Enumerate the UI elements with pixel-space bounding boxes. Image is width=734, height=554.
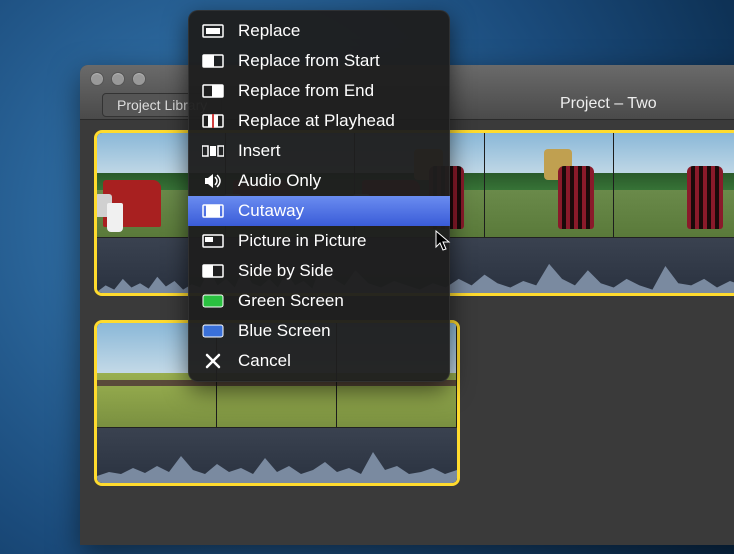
clip-thumbnail[interactable] <box>614 133 734 237</box>
menu-item-replace-at-playhead[interactable]: Replace at Playhead <box>188 106 450 136</box>
cutaway-icon <box>202 203 224 219</box>
menu-item-label: Picture in Picture <box>238 231 367 251</box>
menu-item-audio-only[interactable]: Audio Only <box>188 166 450 196</box>
minimize-window-button[interactable] <box>111 72 125 86</box>
menu-item-replace-from-end[interactable]: Replace from End <box>188 76 450 106</box>
menu-item-label: Audio Only <box>238 171 321 191</box>
menu-item-cutaway[interactable]: Cutaway <box>188 196 450 226</box>
menu-item-label: Replace from End <box>238 81 374 101</box>
replace-end-icon <box>202 83 224 99</box>
clip-drop-context-menu: Replace Replace from Start Replace from … <box>188 10 450 382</box>
replace-icon <box>202 23 224 39</box>
menu-item-label: Replace from Start <box>238 51 380 71</box>
window-controls <box>90 72 146 86</box>
zoom-window-button[interactable] <box>132 72 146 86</box>
menu-item-label: Green Screen <box>238 291 344 311</box>
menu-item-label: Insert <box>238 141 281 161</box>
clip-thumbnail[interactable] <box>485 133 614 237</box>
menu-item-label: Replace <box>238 21 300 41</box>
menu-item-label: Blue Screen <box>238 321 331 341</box>
side-by-side-icon <box>202 263 224 279</box>
menu-item-side-by-side[interactable]: Side by Side <box>188 256 450 286</box>
audio-waveform <box>97 427 457 483</box>
insert-icon <box>202 143 224 159</box>
menu-item-label: Side by Side <box>238 261 333 281</box>
menu-item-insert[interactable]: Insert <box>188 136 450 166</box>
project-title: Project – Two <box>560 95 734 113</box>
audio-icon <box>202 173 224 189</box>
blue-screen-icon <box>202 323 224 339</box>
menu-item-replace-from-start[interactable]: Replace from Start <box>188 46 450 76</box>
menu-item-cancel[interactable]: Cancel <box>188 346 450 376</box>
close-window-button[interactable] <box>90 72 104 86</box>
replace-playhead-icon <box>202 113 224 129</box>
menu-item-label: Cutaway <box>238 201 304 221</box>
mouse-cursor-icon <box>435 230 453 254</box>
menu-item-blue-screen[interactable]: Blue Screen <box>188 316 450 346</box>
replace-start-icon <box>202 53 224 69</box>
menu-item-replace[interactable]: Replace <box>188 16 450 46</box>
menu-item-label: Cancel <box>238 351 291 371</box>
cancel-icon <box>202 353 224 369</box>
pip-icon <box>202 233 224 249</box>
menu-item-picture-in-picture[interactable]: Picture in Picture <box>188 226 450 256</box>
green-screen-icon <box>202 293 224 309</box>
menu-item-green-screen[interactable]: Green Screen <box>188 286 450 316</box>
menu-item-label: Replace at Playhead <box>238 111 395 131</box>
